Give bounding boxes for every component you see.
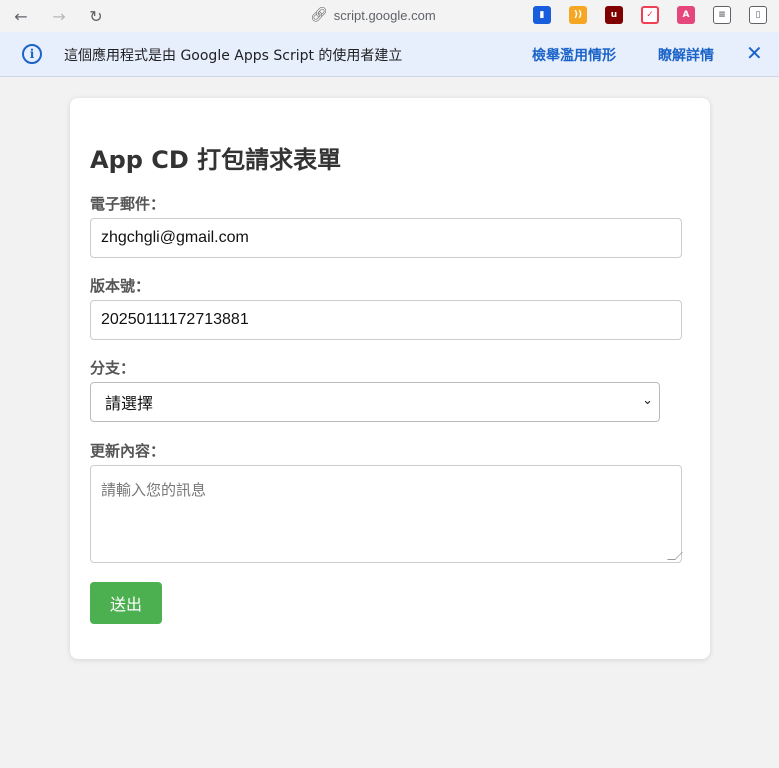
back-icon[interactable]: ← (11, 6, 31, 26)
chevron-down-icon: ⌄ (642, 393, 653, 408)
ublock-icon[interactable]: u (605, 6, 623, 24)
email-label: 電子郵件： (90, 195, 166, 213)
close-icon[interactable]: ✕ (746, 41, 763, 65)
version-field[interactable]: 20250111172713881 (90, 300, 682, 340)
url-text: script.google.com (333, 7, 436, 23)
submit-button[interactable]: 送出 (90, 582, 162, 624)
link-icon: 🔗︎ (310, 7, 328, 23)
settings-sliders-icon[interactable]: ≡ (713, 6, 731, 24)
browser-toolbar: ← → ↻ 🔗︎ script.google.com ▮ )) u ✓ A ≡ … (0, 0, 779, 32)
email-field[interactable]: zhgchgli@gmail.com (90, 218, 682, 258)
reload-icon[interactable]: ↻ (86, 6, 106, 26)
content-textarea[interactable]: 請輸入您的訊息 (90, 465, 683, 563)
bitwarden-icon[interactable]: ▮ (533, 6, 551, 24)
address-bar[interactable]: 🔗︎ script.google.com (310, 7, 436, 23)
form-card: App CD 打包請求表單 電子郵件： zhgchgli@gmail.com 版… (70, 98, 710, 659)
content-placeholder: 請輸入您的訊息 (101, 481, 207, 499)
info-icon: i (22, 44, 42, 64)
resize-handle-icon[interactable] (667, 552, 683, 560)
form-title: App CD 打包請求表單 (90, 146, 342, 174)
sidebar-icon[interactable]: ▯ (749, 6, 767, 24)
translate-icon[interactable]: A (677, 6, 695, 24)
forward-icon[interactable]: → (49, 6, 69, 26)
content-label: 更新內容： (90, 442, 166, 460)
rss-icon[interactable]: )) (569, 6, 587, 24)
branch-select[interactable]: 請選擇 ⌄ (90, 382, 660, 422)
report-abuse-link[interactable]: 檢舉濫用情形 (532, 45, 616, 65)
version-label: 版本號： (90, 277, 151, 295)
info-message: 這個應用程式是由 Google Apps Script 的使用者建立 (64, 48, 403, 64)
info-bar: i 這個應用程式是由 Google Apps Script 的使用者建立 檢舉濫… (0, 32, 779, 77)
branch-selected-value: 請選擇 (105, 394, 154, 413)
branch-label: 分支： (90, 359, 136, 377)
pocket-icon[interactable]: ✓ (641, 6, 659, 24)
learn-more-link[interactable]: 瞭解詳情 (658, 45, 714, 65)
